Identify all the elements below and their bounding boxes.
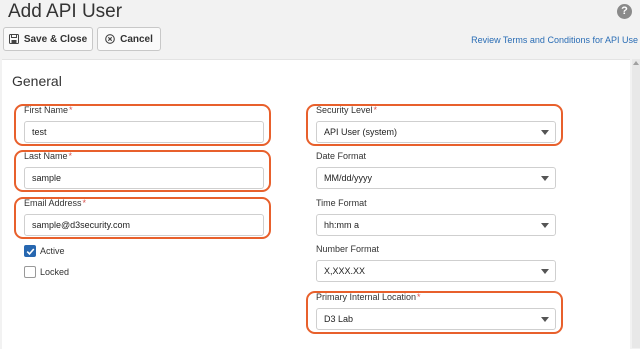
section-title: General: [12, 73, 62, 89]
last-name-input[interactable]: sample: [24, 167, 264, 189]
date-format-field: Date Format MM/dd/yyyy: [316, 151, 556, 189]
last-name-field: Last Name* sample: [24, 151, 264, 189]
locked-checkbox-row[interactable]: Locked: [24, 265, 69, 279]
cancel-circle-icon: [105, 34, 115, 44]
terms-link[interactable]: Review Terms and Conditions for API Use: [471, 35, 638, 45]
security-level-label: Security Level: [316, 105, 373, 115]
primary-location-value: D3 Lab: [324, 314, 354, 324]
number-format-value: X,XXX.XX: [324, 266, 366, 276]
security-level-value: API User (system): [324, 127, 398, 137]
required-marker: *: [417, 292, 421, 302]
number-format-field: Number Format X,XXX.XX: [316, 244, 556, 282]
date-format-value: MM/dd/yyyy: [324, 173, 373, 183]
primary-location-field: Primary Internal Location* D3 Lab: [316, 292, 556, 330]
primary-location-select[interactable]: D3 Lab: [316, 308, 556, 330]
scrollbar[interactable]: [632, 59, 640, 348]
time-format-field: Time Format hh:mm a: [316, 198, 556, 236]
active-checkbox[interactable]: [24, 245, 36, 257]
cancel-button[interactable]: Cancel: [97, 27, 161, 51]
email-input[interactable]: sample@d3security.com: [24, 214, 264, 236]
locked-label: Locked: [40, 267, 70, 277]
active-label: Active: [40, 246, 65, 256]
first-name-input[interactable]: test: [24, 121, 264, 143]
security-level-field: Security Level* API User (system): [316, 105, 556, 143]
first-name-field: First Name* test: [24, 105, 264, 143]
caret-down-icon: [541, 130, 549, 135]
cancel-label: Cancel: [120, 33, 153, 45]
save-close-button[interactable]: Save & Close: [3, 27, 93, 51]
required-marker: *: [69, 105, 73, 115]
time-format-label: Time Format: [316, 198, 367, 208]
caret-down-icon: [541, 269, 549, 274]
primary-location-label: Primary Internal Location: [316, 292, 417, 302]
first-name-label: First Name: [24, 105, 69, 115]
locked-checkbox[interactable]: [24, 266, 36, 278]
scroll-up-arrow-icon[interactable]: [633, 61, 639, 65]
question-circle-icon[interactable]: ?: [617, 4, 632, 19]
caret-down-icon: [541, 317, 549, 322]
floppy-disk-icon: [8, 34, 19, 44]
email-label: Email Address: [24, 198, 82, 208]
toolbar: Save & Close Cancel Review Terms and Con…: [0, 27, 640, 55]
time-format-select[interactable]: hh:mm a: [316, 214, 556, 236]
required-marker: *: [68, 151, 73, 161]
number-format-select[interactable]: X,XXX.XX: [316, 260, 556, 282]
header: Add API User ?: [0, 0, 640, 26]
email-field: Email Address* sample@d3security.com: [24, 198, 264, 236]
required-marker: *: [82, 198, 87, 208]
number-format-label: Number Format: [316, 244, 380, 254]
active-checkbox-row[interactable]: Active: [24, 244, 65, 258]
caret-down-icon: [541, 176, 549, 181]
date-format-select[interactable]: MM/dd/yyyy: [316, 167, 556, 189]
save-close-label: Save & Close: [23, 33, 88, 45]
check-icon: [26, 247, 34, 255]
caret-down-icon: [541, 223, 549, 228]
time-format-value: hh:mm a: [324, 220, 360, 230]
required-marker: *: [373, 105, 378, 115]
date-format-label: Date Format: [316, 151, 367, 161]
page-title: Add API User: [8, 1, 123, 22]
security-level-select[interactable]: API User (system): [316, 121, 556, 143]
form-panel: General First Name* test Last Name* samp…: [2, 59, 630, 349]
last-name-label: Last Name: [24, 151, 68, 161]
